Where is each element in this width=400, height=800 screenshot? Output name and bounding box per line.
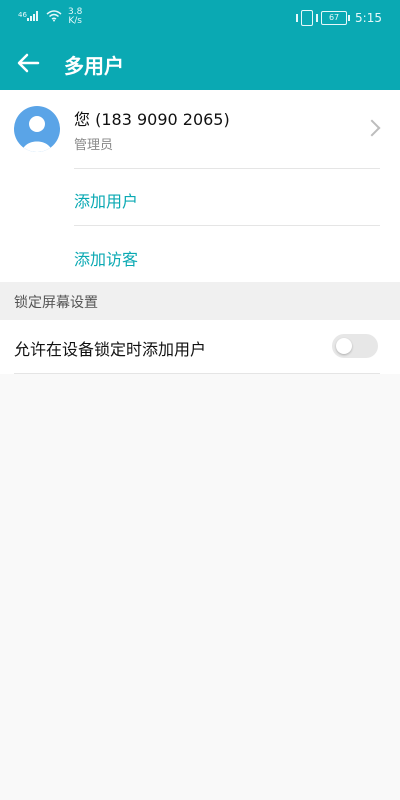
users-card: 您 (183 9090 2065) 管理员 添加用户 添加访客 [0, 90, 400, 282]
status-bar: 46 3.8 K/s 67 5:15 [0, 0, 400, 36]
user-role: 管理员 [74, 138, 114, 153]
app-bar: 多用户 [0, 36, 400, 90]
network-speed: 3.8 K/s [68, 8, 82, 26]
chevron-right-icon [363, 119, 381, 137]
divider [14, 373, 380, 374]
signal-icon: 46 [18, 10, 40, 25]
divider [74, 168, 380, 169]
page-title: 多用户 [64, 54, 124, 78]
allow-add-users-when-locked-row[interactable]: 允许在设备锁定时添加用户 [0, 320, 400, 374]
network-speed-unit: K/s [68, 16, 82, 26]
time: 5:15 [355, 11, 382, 25]
svg-text:46: 46 [18, 11, 27, 19]
lock-screen-section-header: 锁定屏幕设置 [0, 282, 400, 320]
avatar [14, 106, 60, 152]
section-title: 锁定屏幕设置 [14, 295, 98, 311]
status-left: 46 3.8 K/s [18, 8, 82, 26]
user-name: 您 (183 9090 2065) [74, 110, 230, 129]
divider [74, 225, 380, 226]
back-arrow-icon[interactable] [14, 48, 44, 78]
add-guest-link[interactable]: 添加访客 [74, 246, 138, 270]
vibrate-icon [296, 10, 319, 26]
allow-add-users-toggle[interactable] [332, 334, 378, 358]
status-right: 67 5:15 [296, 10, 382, 26]
battery-icon: 67 [321, 11, 351, 25]
setting-label: 允许在设备锁定时添加用户 [14, 340, 207, 359]
user-icon [22, 116, 52, 152]
wifi-icon [46, 9, 62, 25]
add-user-link[interactable]: 添加用户 [74, 188, 138, 212]
